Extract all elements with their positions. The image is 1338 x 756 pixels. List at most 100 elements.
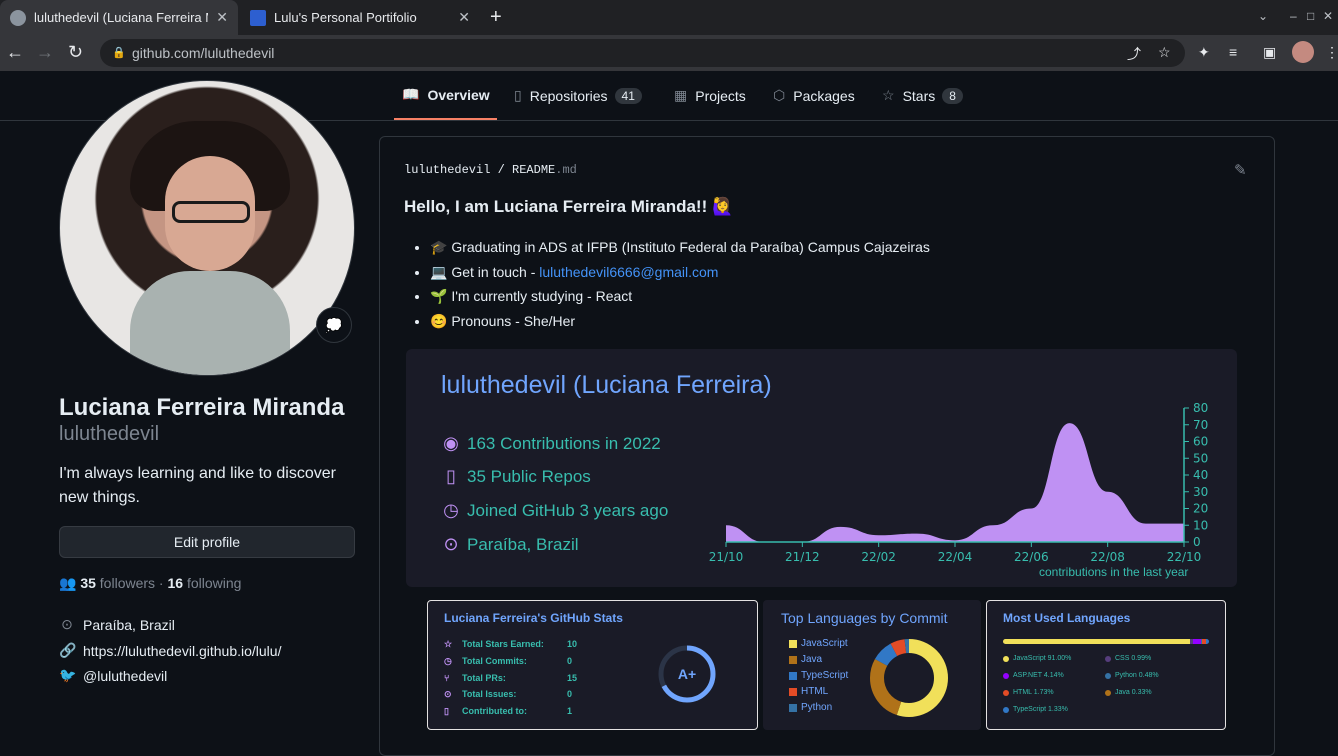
location-row: ⊙ Paraíba, Brazil [59, 616, 175, 633]
top-lang-title: Top Languages by Commit [781, 610, 948, 626]
profile-name: Luciana Ferreira Miranda [59, 394, 345, 421]
legend-item: Java 0.33% [1105, 689, 1152, 696]
star-icon: ☆ [444, 639, 453, 649]
website-row[interactable]: 🔗 https://luluthedevil.github.io/lulu/ [59, 642, 281, 659]
y-tick-label: 60 [1193, 435, 1208, 449]
location-icon: ⊙ [61, 616, 73, 632]
tab-overview[interactable]: 📖 Overview [394, 71, 497, 120]
following-count[interactable]: 16 [168, 575, 184, 591]
share-icon[interactable]: ⤴ [1127, 44, 1141, 64]
browser-profile-avatar[interactable] [1292, 41, 1314, 63]
profile-summary-card: luluthedevil (Luciana Ferreira) ◉ 163 Con… [406, 349, 1237, 587]
most-used-title: Most Used Languages [1003, 611, 1131, 625]
legend-item: TypeScript [789, 670, 848, 681]
legend-item: HTML [789, 686, 828, 697]
twitter-row[interactable]: 🐦 @luluthedevil [59, 667, 167, 684]
close-icon[interactable]: ✕ [216, 9, 228, 26]
y-tick-label: 50 [1193, 451, 1208, 465]
card-title: luluthedevil (Luciana Ferreira) [441, 371, 772, 399]
issue-icon: ⊙ [444, 689, 452, 699]
url-text: github.com/luluthedevil [132, 45, 275, 61]
legend-item: CSS 0.99% [1105, 655, 1151, 662]
tab-packages[interactable]: ⬡ Packages [773, 71, 855, 120]
menu-icon[interactable]: ⋮ [1325, 44, 1338, 61]
followers-count[interactable]: 35 [80, 575, 96, 591]
legend-item: Python [789, 702, 832, 713]
tab-title: Lulu's Personal Portifolio [274, 10, 417, 25]
repo-icon: ▯ [514, 87, 522, 103]
stats-title: Luciana Ferreira's GitHub Stats [444, 611, 623, 625]
y-tick-label: 30 [1193, 485, 1208, 499]
legend-item: ASP.NET 4.14% [1003, 672, 1064, 679]
following-label[interactable]: following [187, 575, 241, 591]
location-icon: ⊙ [443, 534, 459, 554]
readme-heading: Hello, I am Luciana Ferreira Miranda!! 🙋… [404, 197, 734, 216]
profile-bio: I'm always learning and like to discover… [59, 465, 336, 506]
tab-title: luluthedevil (Luciana Ferreira Miranda) [34, 10, 208, 25]
x-tick-label: 22/10 [1167, 550, 1202, 564]
readme-owner[interactable]: luluthedevil [404, 163, 490, 177]
readme-box: luluthedevil / README.md ✎ Hello, I am L… [379, 136, 1275, 756]
contributions-row: ◉ 163 Contributions in 2022 [441, 433, 661, 454]
x-tick-label: 22/02 [861, 550, 896, 564]
status-emoji-button[interactable]: 💭 [316, 307, 352, 343]
package-icon: ⬡ [773, 87, 786, 103]
list-item: 🌱 I'm currently studying - React [430, 284, 930, 309]
location-row: ⊙ Paraíba, Brazil [441, 534, 578, 555]
joined-row: ◷ Joined GitHub 3 years ago [441, 500, 668, 521]
browser-toolbar: ← → ↻ 🔒 github.com/luluthedevil ⤴ ☆ ✦ ≡ … [0, 35, 1338, 71]
stat-row: ☆ Total Stars Earned: 10 [444, 639, 578, 649]
followers-label[interactable]: followers [100, 575, 155, 591]
twitter-link[interactable]: @luluthedevil [83, 668, 167, 684]
tab-projects[interactable]: ▦ Projects [674, 71, 746, 120]
github-stats-card: Luciana Ferreira's GitHub Stats ☆ Total S… [427, 600, 758, 730]
y-tick-label: 0 [1193, 535, 1201, 549]
link-icon: 🔗 [59, 642, 77, 658]
media-icon[interactable]: ≡ [1229, 44, 1237, 60]
edit-pencil-icon[interactable]: ✎ [1234, 161, 1247, 179]
close-icon[interactable]: ✕ [458, 9, 470, 26]
edit-profile-button[interactable]: Edit profile [59, 526, 355, 558]
x-tick-label: 22/08 [1090, 550, 1125, 564]
tab-stars[interactable]: ☆ Stars 8 [882, 71, 963, 120]
legend-item: Java [789, 654, 822, 665]
list-item: 😊 Pronouns - She/Her [430, 309, 930, 334]
legend-item: JavaScript [789, 638, 848, 649]
website-link[interactable]: https://luluthedevil.github.io/lulu/ [83, 643, 281, 659]
address-bar[interactable]: 🔒 github.com/luluthedevil [100, 39, 1185, 67]
new-tab-icon[interactable]: + [490, 6, 502, 29]
twitter-icon: 🐦 [59, 667, 77, 683]
legend-item: Python 0.48% [1105, 672, 1159, 679]
repo-count-badge: 41 [614, 87, 642, 104]
stat-row: ◷ Total Commits: 0 [444, 656, 573, 666]
language-bar-segment [1206, 639, 1209, 644]
stat-row: ⑂ Total PRs: 15 [444, 673, 578, 683]
clock-icon: ◷ [443, 500, 459, 520]
side-panel-icon[interactable]: ▣ [1263, 44, 1276, 61]
contribution-area [726, 423, 1184, 542]
email-link[interactable]: luluthedevil6666@gmail.com [539, 264, 718, 280]
profile-login: luluthedevil [59, 423, 160, 445]
bookmark-star-icon[interactable]: ☆ [1158, 44, 1171, 61]
extensions-icon[interactable]: ✦ [1198, 44, 1210, 61]
y-tick-label: 20 [1193, 502, 1208, 516]
browser-tab-github[interactable]: luluthedevil (Luciana Ferreira Miranda) … [0, 0, 238, 35]
back-icon[interactable]: ← [6, 43, 24, 61]
y-tick-label: 70 [1193, 418, 1208, 432]
location-text: Paraíba, Brazil [83, 616, 175, 633]
profile-avatar[interactable] [59, 80, 355, 376]
reload-icon[interactable]: ↻ [68, 43, 83, 61]
tab-search-icon[interactable]: ⌄ [1258, 9, 1268, 23]
browser-tab-portfolio[interactable]: Lulu's Personal Portifolio ✕ [240, 0, 480, 35]
minimize-icon[interactable]: – [1290, 9, 1297, 23]
tab-repositories[interactable]: ▯ Repositories 41 [514, 71, 642, 120]
github-icon [10, 9, 26, 26]
github-icon: ◉ [443, 433, 459, 453]
stars-count-badge: 8 [942, 87, 963, 104]
chart-footer: contributions in the last year [1039, 565, 1189, 579]
maximize-icon[interactable]: □ [1307, 9, 1314, 23]
y-tick-label: 80 [1193, 401, 1208, 415]
contributions-chart: 0 10 20 30 40 50 60 70 80 21/10 21/12 22/02 22/04 22/… [709, 401, 1209, 564]
forward-icon[interactable]: → [36, 43, 54, 61]
window-close-icon[interactable]: ✕ [1323, 9, 1333, 23]
